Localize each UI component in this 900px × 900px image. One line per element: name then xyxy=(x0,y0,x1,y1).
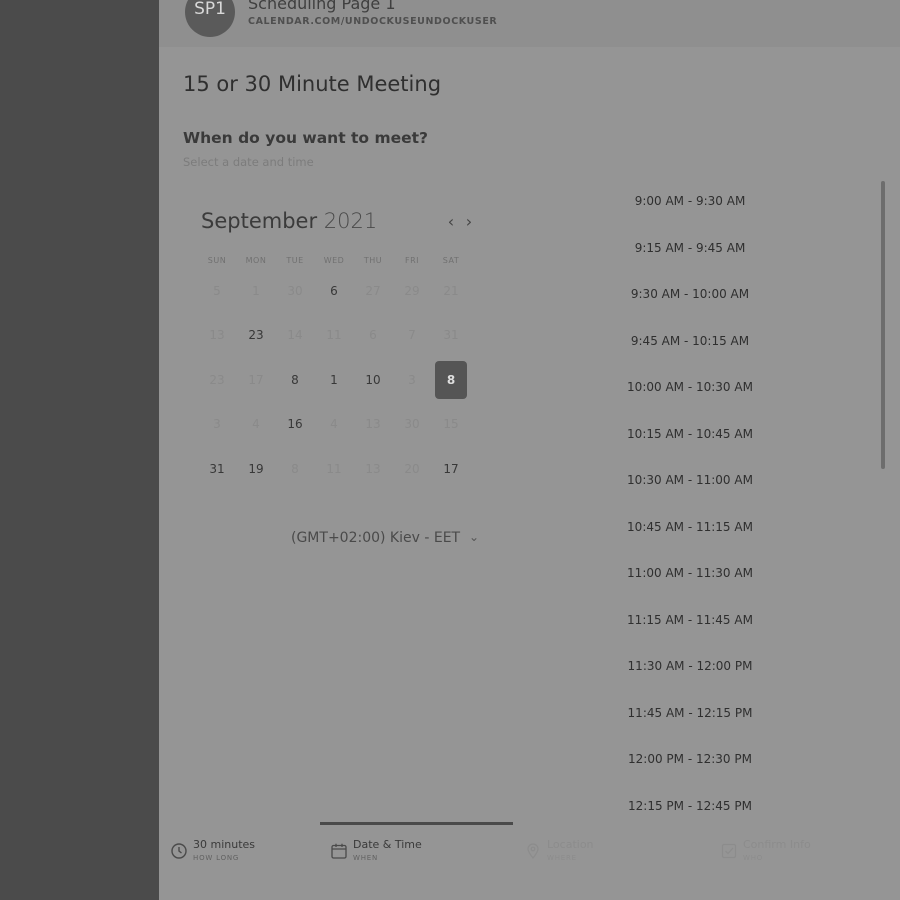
month-name: September xyxy=(201,209,318,233)
time-slot-button[interactable]: 10:00 AM - 10:30 AM xyxy=(621,380,759,394)
calendar-day: 13 xyxy=(365,462,381,476)
calendar-day: 23 xyxy=(209,373,225,387)
calendar-day: 7 xyxy=(408,328,416,342)
calendar-icon xyxy=(330,842,348,860)
calendar-day: 8 xyxy=(291,462,299,476)
scheduling-panel: SP1 Scheduling Page 1 CALENDAR.COM/UNDOC… xyxy=(159,0,900,900)
scheduling-page-url[interactable]: CALENDAR.COM/UNDOCKUSEUNDOCKUSER xyxy=(248,16,497,27)
chevron-right-icon[interactable]: › xyxy=(461,212,477,232)
section-subtitle: Select a date and time xyxy=(183,155,314,169)
weekday-wed: WED xyxy=(323,256,345,265)
step-sublabel: WHEN xyxy=(353,854,379,862)
time-slot-button[interactable]: 12:00 PM - 12:30 PM xyxy=(621,752,759,766)
map-pin-icon xyxy=(524,842,542,860)
time-slot-button[interactable]: 10:15 AM - 10:45 AM xyxy=(621,427,759,441)
calendar-day: 4 xyxy=(330,417,338,431)
calendar-day: 13 xyxy=(209,328,225,342)
time-slot-button[interactable]: 11:45 AM - 12:15 PM xyxy=(621,706,759,720)
weekday-sun: SUN xyxy=(207,256,227,265)
time-slot-button[interactable]: 11:30 AM - 12:00 PM xyxy=(621,659,759,673)
calendar-day: 15 xyxy=(443,417,459,431)
weekday-thu: THU xyxy=(363,256,383,265)
left-backdrop xyxy=(0,0,159,900)
time-slot-button[interactable]: 9:15 AM - 9:45 AM xyxy=(621,241,759,255)
calendar-day: 14 xyxy=(287,328,303,342)
calendar-day[interactable]: 16 xyxy=(279,405,311,443)
selected-day[interactable]: 8 xyxy=(435,361,467,399)
calendar-day: 30 xyxy=(404,417,420,431)
calendar-day: 21 xyxy=(443,284,459,298)
weekday-fri: FRI xyxy=(404,256,420,265)
step-label: Date & Time xyxy=(353,838,422,851)
time-slot-button[interactable]: 9:30 AM - 10:00 AM xyxy=(621,287,759,301)
calendar-day: 27 xyxy=(365,284,381,298)
weekday-tue: TUE xyxy=(286,256,304,265)
scheduling-page-title: Scheduling Page 1 xyxy=(248,0,396,13)
calendar-day: 17 xyxy=(248,373,264,387)
calendar-day[interactable]: 6 xyxy=(318,272,350,310)
calendar-day[interactable]: 19 xyxy=(240,450,272,488)
calendar-day: 6 xyxy=(369,328,377,342)
step-label: Confirm Info xyxy=(743,838,811,851)
calendar-day: 20 xyxy=(404,462,420,476)
calendar-day: 3 xyxy=(408,373,416,387)
time-slot-button[interactable]: 9:45 AM - 10:15 AM xyxy=(621,334,759,348)
calendar-day: 29 xyxy=(404,284,420,298)
step-sublabel: WHO xyxy=(743,854,764,862)
time-slot-button[interactable]: 12:15 PM - 12:45 PM xyxy=(621,799,759,813)
calendar-day: 4 xyxy=(252,417,260,431)
time-slot-button[interactable]: 11:00 AM - 11:30 AM xyxy=(621,566,759,580)
active-step-indicator xyxy=(320,822,513,825)
avatar: SP1 xyxy=(185,0,235,37)
time-slot-button[interactable]: 9:00 AM - 9:30 AM xyxy=(621,194,759,208)
meeting-title: 15 or 30 Minute Meeting xyxy=(183,72,442,96)
step-label: Location xyxy=(547,838,594,851)
calendar-day[interactable]: 8 xyxy=(279,361,311,399)
calendar-day[interactable]: 10 xyxy=(357,361,389,399)
clock-icon xyxy=(170,842,188,860)
scrollbar[interactable] xyxy=(881,181,885,469)
page-header: SP1 Scheduling Page 1 CALENDAR.COM/UNDOC… xyxy=(159,0,900,47)
calendar-day[interactable]: 17 xyxy=(435,450,467,488)
step-sublabel: HOW LONG xyxy=(193,854,240,862)
time-slot-button[interactable]: 11:15 AM - 11:45 AM xyxy=(621,613,759,627)
time-slot-button[interactable]: 10:45 AM - 11:15 AM xyxy=(621,520,759,534)
calendar-day[interactable]: 1 xyxy=(318,361,350,399)
calendar-day: 31 xyxy=(443,328,459,342)
calendar-month-label: September 2021 xyxy=(201,209,377,233)
checkbox-icon xyxy=(720,842,738,860)
calendar-day: 11 xyxy=(326,462,342,476)
timezone-select[interactable]: (GMT+02:00) Kiev - EET xyxy=(291,530,460,546)
calendar-day[interactable]: 31 xyxy=(201,450,233,488)
step-label: 30 minutes xyxy=(193,838,256,851)
chevron-left-icon[interactable]: ‹ xyxy=(443,212,459,232)
year-label: 2021 xyxy=(323,209,378,233)
weekday-mon: MON xyxy=(245,256,267,265)
time-slot-button[interactable]: 10:30 AM - 11:00 AM xyxy=(621,473,759,487)
calendar-day: 5 xyxy=(213,284,221,298)
calendar-day: 13 xyxy=(365,417,381,431)
section-heading: When do you want to meet? xyxy=(183,129,429,147)
weekday-sat: SAT xyxy=(442,256,460,265)
calendar-day: 30 xyxy=(287,284,303,298)
calendar-day: 11 xyxy=(326,328,342,342)
calendar-day[interactable]: 23 xyxy=(240,316,272,354)
calendar-day: 3 xyxy=(213,417,221,431)
calendar-day: 1 xyxy=(252,284,260,298)
chevron-down-icon[interactable]: ⌄ xyxy=(469,530,479,544)
step-sublabel: WHERE xyxy=(547,854,577,862)
